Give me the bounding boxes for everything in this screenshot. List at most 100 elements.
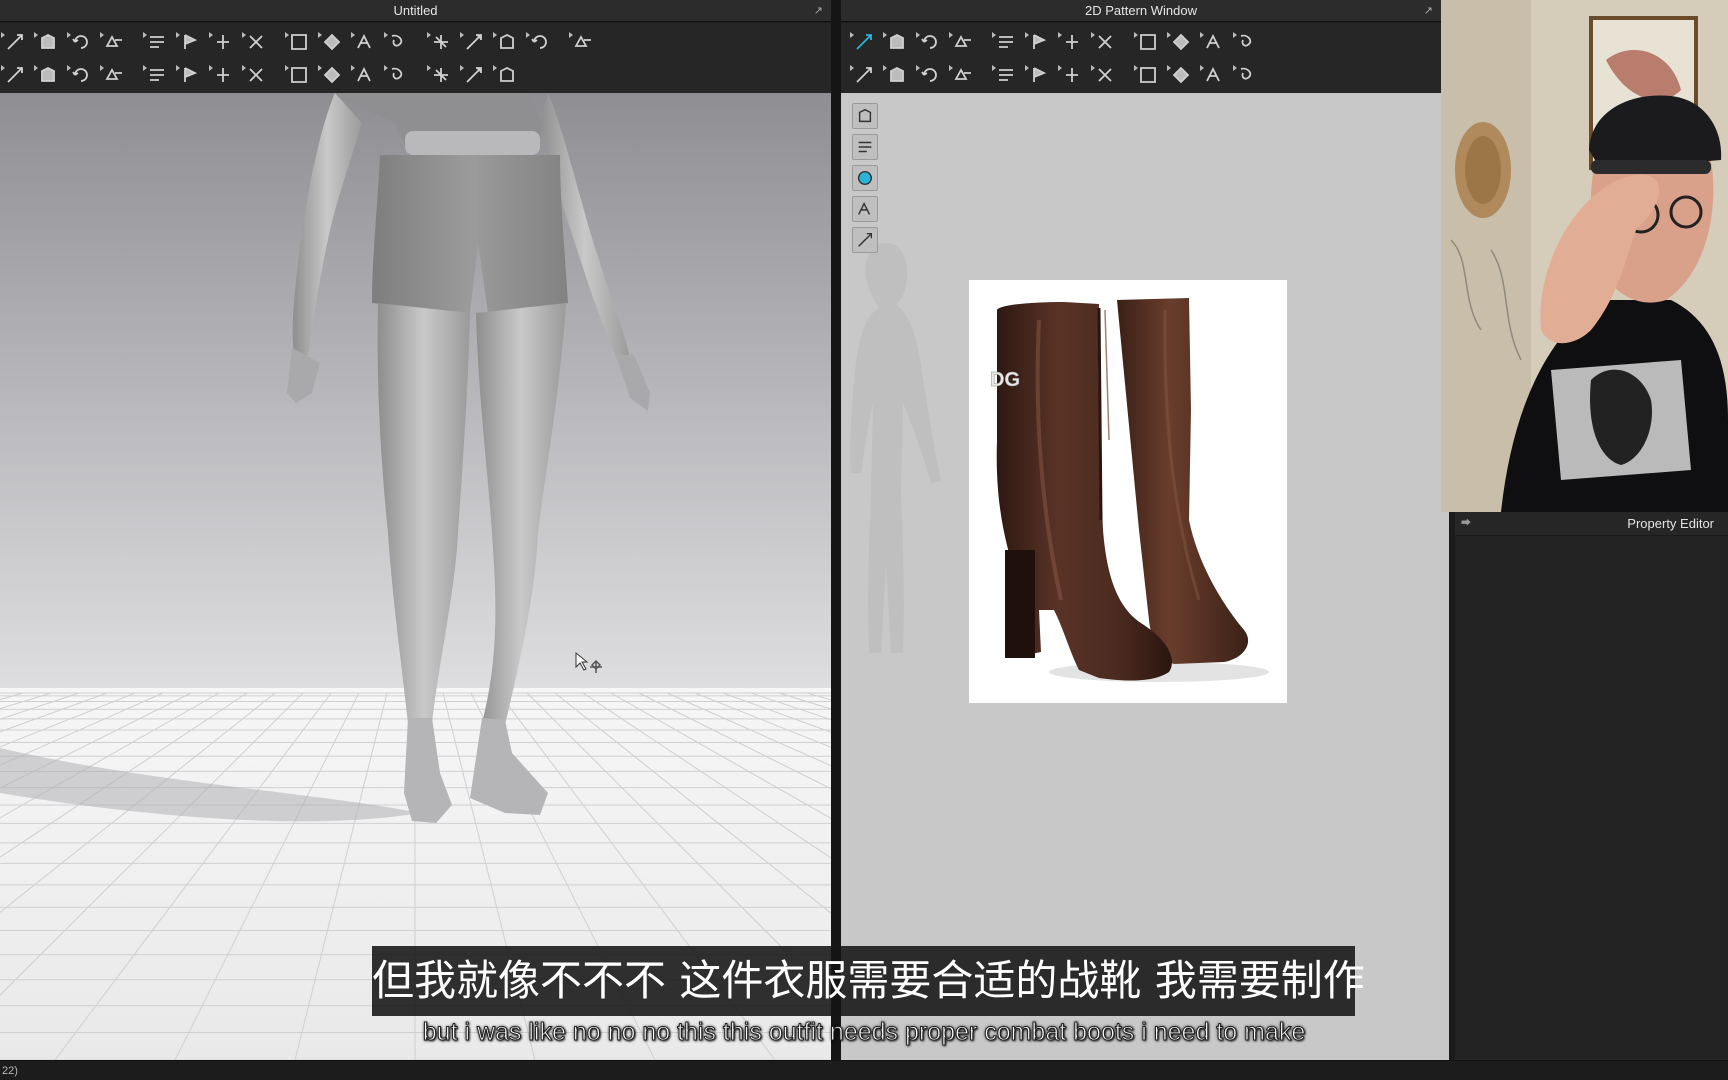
flyout-arrow-icon [351, 32, 355, 38]
flyout-arrow-icon [100, 65, 104, 71]
flyout-arrow-icon [1200, 32, 1204, 38]
curve-icon[interactable] [915, 29, 945, 55]
flyout-arrow-icon [318, 65, 322, 71]
knit-icon[interactable] [208, 62, 238, 88]
flyout-arrow-icon [209, 32, 213, 38]
toolbar-2d-row2 [841, 59, 1441, 91]
flyout-arrow-icon [285, 65, 289, 71]
puckering-icon[interactable] [175, 62, 205, 88]
pattern-window-2d[interactable]: DG [841, 93, 1449, 1060]
brush-icon[interactable] [852, 103, 878, 129]
flyout-arrow-icon [850, 65, 854, 71]
flyout-arrow-icon [1058, 32, 1062, 38]
trace-icon[interactable] [1133, 29, 1163, 55]
shirt-fill-icon[interactable] [568, 29, 598, 55]
flyout-arrow-icon [285, 32, 289, 38]
pin-icon[interactable] [241, 29, 271, 55]
flyout-arrow-icon [460, 32, 464, 38]
line-icon[interactable] [1166, 62, 1196, 88]
dart-icon[interactable] [1057, 29, 1087, 55]
shrinkage-icon[interactable] [383, 62, 413, 88]
flyout-arrow-icon [1091, 65, 1095, 71]
rectangle-icon[interactable] [948, 29, 978, 55]
tape-icon[interactable] [1166, 29, 1196, 55]
avatar-measure-icon[interactable] [383, 29, 413, 55]
elastic-icon[interactable] [350, 62, 380, 88]
flyout-arrow-icon [143, 32, 147, 38]
flyout-arrow-icon [143, 65, 147, 71]
flyout-arrow-icon [384, 32, 388, 38]
ruler-icon[interactable] [1232, 29, 1262, 55]
flyout-arrow-icon [1, 65, 5, 71]
flyout-arrow-icon [1091, 32, 1095, 38]
free-sew-icon[interactable] [66, 62, 96, 88]
sew-icon[interactable] [0, 62, 30, 88]
zipper-icon[interactable] [317, 62, 347, 88]
undo-3d-icon[interactable] [525, 29, 555, 55]
multi-sew-icon[interactable] [99, 62, 129, 88]
reference-image[interactable]: DG [969, 280, 1287, 703]
edit-pattern-icon[interactable] [0, 29, 30, 55]
buttonhole-icon[interactable] [284, 62, 314, 88]
flyout-arrow-icon [992, 65, 996, 71]
select-mesh-icon[interactable] [284, 29, 314, 55]
internal-rect-icon[interactable] [1024, 29, 1054, 55]
notch-icon[interactable] [1199, 29, 1229, 55]
toolbar-2d-row1 [841, 26, 1441, 58]
status-text: 22) [2, 1065, 18, 1077]
flyout-arrow-icon [1134, 65, 1138, 71]
graphic-icon[interactable] [459, 62, 489, 88]
texture-view-icon[interactable] [852, 196, 878, 222]
symmetry-icon[interactable] [317, 29, 347, 55]
pleat-icon[interactable] [1090, 62, 1120, 88]
segment-sew-2d-icon[interactable] [849, 62, 879, 88]
panel-splitter[interactable] [831, 0, 841, 1060]
rotate-icon[interactable] [66, 29, 96, 55]
seam-line-icon[interactable] [459, 29, 489, 55]
trim-icon[interactable] [142, 62, 172, 88]
boot-logo: DG [990, 369, 1020, 391]
pin-icon[interactable]: ⮕ [1461, 512, 1471, 536]
flyout-arrow-icon [242, 32, 246, 38]
iron-icon[interactable] [991, 62, 1021, 88]
free-sew-2d-icon[interactable] [882, 62, 912, 88]
restore-icon[interactable]: ↗ [1424, 0, 1433, 22]
property-editor-title: Property Editor [1627, 516, 1714, 531]
transform-icon[interactable] [426, 29, 456, 55]
window-2d-title: 2D Pattern Window [1085, 3, 1197, 18]
seam-taping-icon[interactable] [915, 62, 945, 88]
button-icon[interactable] [241, 62, 271, 88]
segment-sew-icon[interactable] [33, 62, 63, 88]
book-icon[interactable] [350, 29, 380, 55]
pen-icon[interactable] [492, 29, 522, 55]
transform-pattern-icon[interactable] [849, 29, 879, 55]
flyout-arrow-icon [569, 32, 573, 38]
arrange-icon[interactable] [99, 29, 129, 55]
restore-icon[interactable]: ↗ [814, 0, 823, 22]
zigzag-icon[interactable] [1232, 62, 1262, 88]
check-sew-icon[interactable] [948, 62, 978, 88]
edit-point-icon[interactable] [882, 29, 912, 55]
lock-shirt-icon[interactable] [852, 227, 878, 253]
property-editor-body [1455, 536, 1728, 1060]
flyout-arrow-icon [949, 65, 953, 71]
garment-2d-icon[interactable] [1024, 62, 1054, 88]
split-icon[interactable] [492, 62, 522, 88]
polygon-icon[interactable] [991, 29, 1021, 55]
shirt-view-icon[interactable] [852, 134, 878, 160]
flyout-arrow-icon [493, 65, 497, 71]
info-icon[interactable] [852, 165, 878, 191]
cut-icon[interactable] [1090, 29, 1120, 55]
tack-icon[interactable] [208, 29, 238, 55]
flyout-arrow-icon [1167, 32, 1171, 38]
topstitch-icon[interactable] [1199, 62, 1229, 88]
fold-icon[interactable] [142, 29, 172, 55]
viewport-3d[interactable] [0, 93, 831, 1060]
texture-icon[interactable] [426, 62, 456, 88]
mouse-cursor [575, 651, 602, 673]
fold-2d-icon[interactable] [1057, 62, 1087, 88]
webcam-overlay [1441, 0, 1728, 512]
fold-arrange-icon[interactable] [175, 29, 205, 55]
pleat-fold-icon[interactable] [1133, 62, 1163, 88]
garment-icon[interactable] [33, 29, 63, 55]
